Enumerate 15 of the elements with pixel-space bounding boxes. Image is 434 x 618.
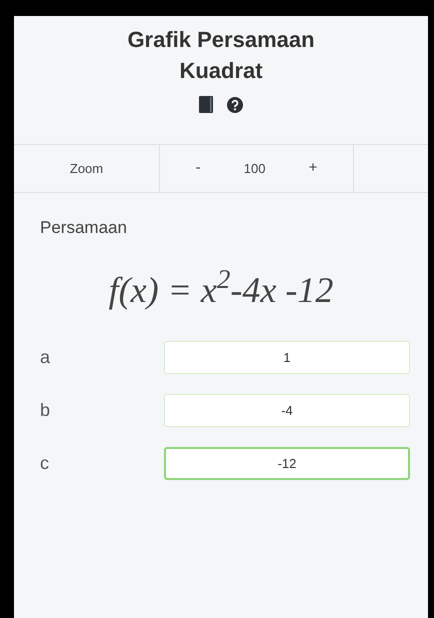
coefficient-label: c — [40, 452, 50, 474]
section-title: Persamaan — [40, 217, 128, 239]
help-icon[interactable] — [227, 96, 243, 112]
zoom-value: 100 — [244, 160, 266, 178]
zoom-label: Zoom — [70, 160, 104, 178]
book-icon[interactable] — [199, 96, 213, 113]
coefficient-field[interactable]: 1 — [164, 340, 410, 374]
coefficient-label: a — [40, 346, 52, 368]
zoom-in-button[interactable]: + — [300, 157, 326, 180]
app-title: Grafik Persamaan Kuadrat — [126, 26, 316, 85]
coefficient-label: b — [40, 398, 52, 422]
zoom-out-button[interactable]: - — [188, 157, 209, 180]
formula: f(x) = x$^{2}$-4x -12 — [108, 263, 334, 312]
coefficient-field[interactable]: -12 — [164, 446, 410, 480]
coefficient-field[interactable]: -4 — [164, 394, 410, 426]
